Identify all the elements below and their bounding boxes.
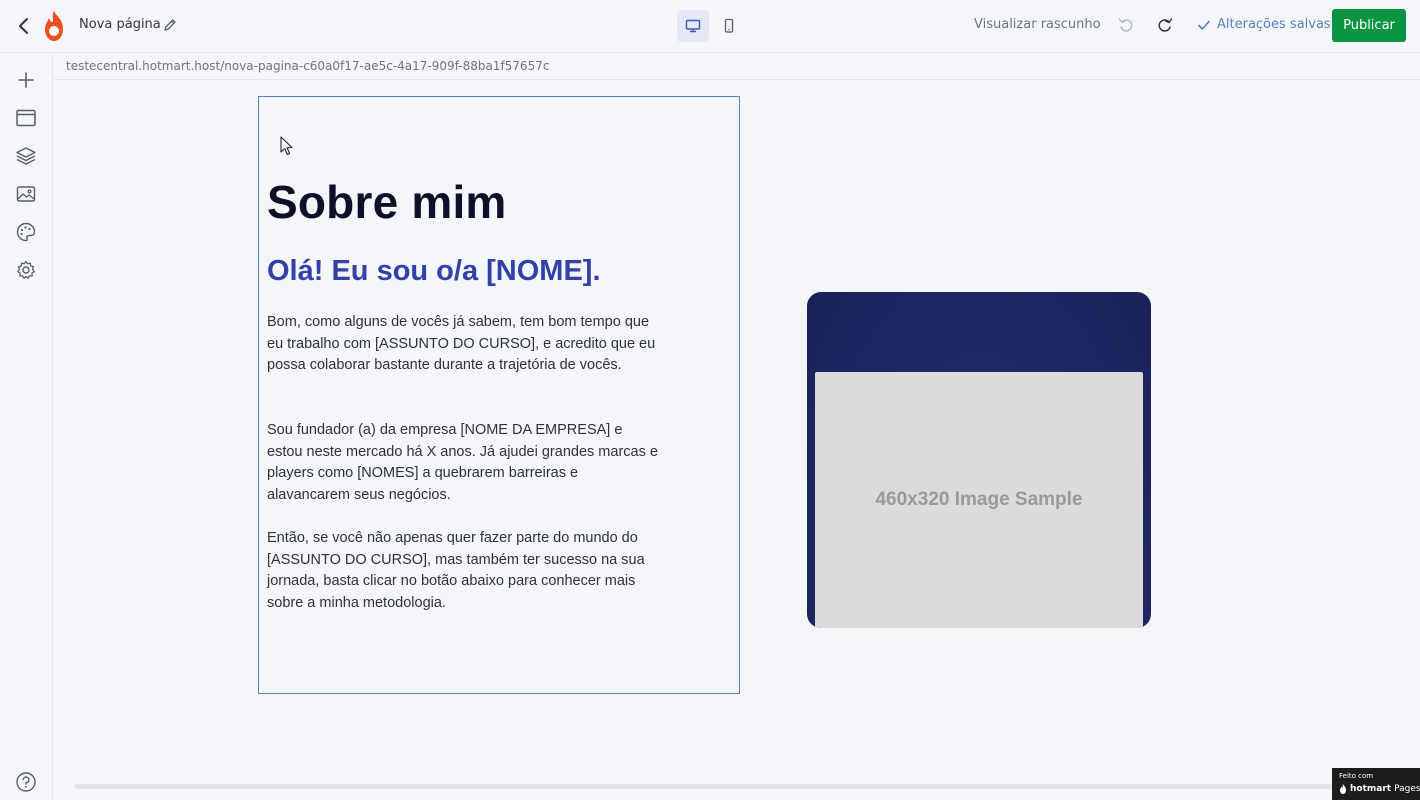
window-icon[interactable] — [15, 107, 37, 129]
mouse-cursor-icon — [280, 136, 293, 156]
horizontal-scrollbar[interactable] — [74, 784, 1374, 789]
hotmart-small-logo-icon — [1340, 784, 1346, 794]
desktop-view-button[interactable] — [677, 10, 709, 42]
saved-status-label: Alterações salvas — [1217, 17, 1331, 32]
section-heading[interactable]: Sobre mim — [267, 175, 507, 229]
publish-button[interactable]: Publicar — [1332, 9, 1406, 42]
help-icon[interactable] — [15, 771, 37, 793]
brand-label: hotmart Pages — [1339, 784, 1420, 794]
image-frame[interactable]: 460x320 Image Sample — [807, 292, 1151, 628]
saved-status: Alterações salvas — [1197, 17, 1331, 32]
brand-suffix: Pages — [1394, 784, 1420, 794]
image-placeholder-label: 460x320 Image Sample — [875, 489, 1083, 510]
about-text-column[interactable]: Sobre mim Olá! Eu sou o/a [NOME]. Bom, c… — [258, 96, 740, 694]
gear-icon[interactable] — [15, 259, 37, 281]
brand-name: hotmart — [1350, 784, 1392, 794]
section-subheading[interactable]: Olá! Eu sou o/a [NOME]. — [267, 255, 601, 288]
paragraph[interactable]: Sou fundador (a) da empresa [NOME DA EMP… — [267, 420, 659, 506]
made-with-badge[interactable]: Feito com hotmart Pages — [1332, 768, 1420, 800]
image-gallery-icon[interactable] — [15, 183, 37, 205]
top-bar: Nova página Visualizar rascunho Alteraçõ… — [0, 0, 1420, 53]
paragraph[interactable]: Bom, como alguns de vocês já sabem, tem … — [267, 312, 659, 377]
pencil-icon[interactable] — [162, 17, 178, 33]
page-url: testecentral.hotmart.host/nova-pagina-c6… — [66, 59, 550, 73]
undo-icon[interactable] — [1117, 16, 1135, 34]
preview-draft-link[interactable]: Visualizar rascunho — [974, 17, 1101, 32]
back-arrow-icon[interactable] — [14, 15, 34, 37]
left-sidebar — [0, 54, 53, 800]
plus-icon[interactable] — [15, 69, 37, 91]
hotmart-logo-icon[interactable] — [41, 10, 67, 42]
mobile-view-button[interactable] — [713, 10, 745, 42]
redo-icon[interactable] — [1156, 16, 1174, 34]
image-placeholder[interactable]: 460x320 Image Sample — [815, 372, 1143, 628]
mobile-icon — [724, 18, 734, 33]
check-icon — [1198, 20, 1210, 30]
desktop-icon — [685, 19, 701, 33]
layers-icon[interactable] — [15, 145, 37, 167]
palette-icon[interactable] — [15, 221, 37, 243]
page-url-bar: testecentral.hotmart.host/nova-pagina-c6… — [54, 54, 1420, 80]
paragraph[interactable]: Então, se você não apenas quer fazer par… — [267, 528, 659, 614]
page-name: Nova página — [79, 17, 161, 32]
made-with-label: Feito com — [1339, 772, 1374, 780]
